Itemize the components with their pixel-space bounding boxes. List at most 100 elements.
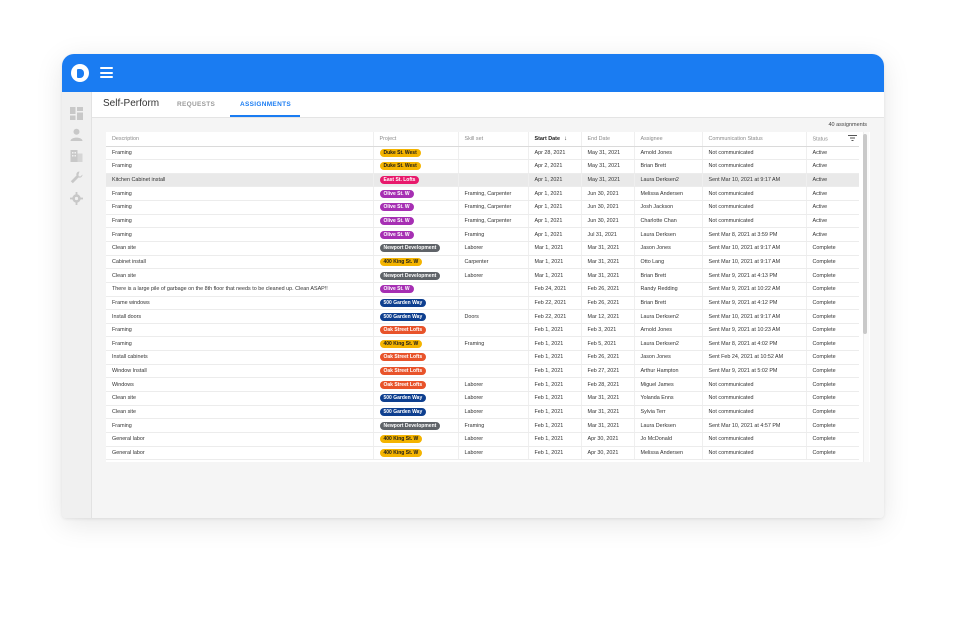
project-chip[interactable]: 400 King St. W	[379, 257, 423, 266]
cell-communication-status: Not communicated	[701, 405, 806, 420]
project-chip[interactable]: Oak Street Lofts	[379, 380, 427, 389]
column-header-project[interactable]: Project	[372, 132, 458, 147]
column-header-description[interactable]: Description	[106, 132, 373, 147]
project-chip[interactable]: Duke St. West	[379, 162, 421, 171]
cell-description: Windows	[106, 377, 373, 393]
project-chip[interactable]: Olive St. W	[379, 217, 414, 226]
cell-project: Newport Development	[372, 268, 458, 283]
cell-project: Oak Street Lofts	[372, 377, 458, 393]
cell-assignee: Melissa Andersen	[633, 446, 702, 461]
table-row[interactable]: Clean site 500 Garden Way Laborer Feb 1, 20…	[106, 391, 859, 406]
project-chip[interactable]: 500 Garden Way	[379, 407, 427, 416]
table-row[interactable]: There is a large pile of garbage on the …	[106, 282, 859, 297]
dashboard-icon[interactable]	[70, 107, 83, 120]
sort-arrow-down-icon[interactable]: ↓	[564, 136, 567, 142]
table-row[interactable]: Framing Olive St. W Framing Apr 1, 2021 Jul …	[106, 227, 859, 242]
cell-assignee: Laura Derksen	[633, 227, 702, 242]
building-icon[interactable]	[70, 149, 83, 162]
table-row[interactable]: Clean site Newport Development Laborer Mar …	[106, 241, 859, 256]
project-chip[interactable]: Olive St. W	[379, 203, 414, 212]
project-chip[interactable]: Newport Development	[379, 271, 441, 280]
logo-icon[interactable]	[71, 64, 89, 82]
scrollbar-track[interactable]	[863, 132, 869, 462]
tab-requests[interactable]: REQUESTS	[177, 101, 215, 108]
project-chip[interactable]: 400 King St. W	[379, 448, 423, 457]
column-header-start-date[interactable]: Start Date ↓	[527, 132, 581, 147]
table-row[interactable]: General labor 400 King St. W Laborer Feb 1,…	[106, 446, 859, 461]
scrollbar-thumb[interactable]	[863, 134, 867, 334]
table-row[interactable]: Framing Oak Street Lofts Feb 1, 2021 Feb 3,…	[106, 323, 859, 338]
table-row[interactable]: Framing Duke St. West Apr 2, 2021 May 31, 2…	[106, 159, 859, 174]
cell-status: Complete	[805, 282, 859, 297]
cell-communication-status: Not communicated	[701, 446, 806, 461]
table-row[interactable]: General labor 400 King St. W Laborer Feb 1,…	[106, 432, 859, 447]
table-row[interactable]: Cabinet install 400 King St. W Carpenter Ma…	[106, 255, 859, 270]
column-header-communication-status[interactable]: Communication Status	[701, 132, 806, 147]
cell-description: Framing	[106, 214, 373, 229]
table-row[interactable]: Framing Olive St. W Framing, Carpenter Apr …	[106, 200, 859, 215]
column-header-skill-set[interactable]: Skill set	[457, 132, 528, 147]
column-header-assignee[interactable]: Assignee	[633, 132, 702, 147]
cell-end-date: Jul 31, 2021	[580, 227, 634, 242]
menu-icon[interactable]	[100, 67, 113, 78]
tab-assignments[interactable]: ASSIGNMENTS	[240, 101, 291, 108]
project-chip[interactable]: 500 Garden Way	[379, 312, 427, 321]
cell-start-date: Apr 1, 2021	[527, 186, 581, 202]
filter-icon[interactable]	[847, 134, 857, 143]
cell-status: Active	[805, 214, 859, 229]
cell-communication-status: Not communicated	[701, 159, 806, 174]
project-chip[interactable]: 500 Garden Way	[379, 298, 427, 307]
cell-start-date: Feb 1, 2021	[527, 364, 581, 379]
cell-status: Complete	[805, 350, 859, 365]
project-chip[interactable]: Newport Development	[379, 421, 441, 430]
table-row[interactable]: Clean site 500 Garden Way Laborer Feb 1, 20…	[106, 405, 859, 420]
cell-status: Complete	[805, 309, 859, 324]
wrench-icon[interactable]	[70, 171, 83, 184]
table-row[interactable]: Clean site Newport Development Laborer Mar …	[106, 268, 859, 283]
table-row[interactable]: Framing Newport Development Framing Feb 1, …	[106, 418, 859, 433]
column-header-end-date[interactable]: End Date	[580, 132, 634, 147]
cell-description: Clean site	[106, 268, 373, 283]
cell-description: Cabinet install	[106, 255, 373, 270]
project-chip[interactable]: Olive St. W	[379, 189, 414, 198]
gear-icon[interactable]	[70, 192, 83, 205]
cell-status: Active	[805, 159, 859, 174]
cell-project: 400 King St. W	[372, 336, 458, 352]
cell-assignee: Josh Jackson	[633, 200, 702, 215]
table-row[interactable]: Framing Olive St. W Framing, Carpenter Apr …	[106, 214, 859, 229]
project-chip[interactable]: Oak Street Lofts	[379, 326, 427, 335]
cell-assignee: Jo McDonald	[633, 432, 702, 447]
cell-project: Oak Street Lofts	[372, 350, 458, 365]
table-row[interactable]: Kitchen Cabinet install East St. Lofts Apr…	[106, 173, 859, 188]
project-chip[interactable]: 400 King St. W	[379, 435, 423, 444]
table-row[interactable]: Framing 400 King St. W Framing Feb 1, 2021 F…	[106, 336, 859, 352]
cell-assignee: Melissa Andersen	[633, 186, 702, 202]
project-chip[interactable]: Duke St. West	[379, 148, 421, 157]
cell-start-date: Feb 22, 2021	[527, 309, 581, 324]
project-chip[interactable]: Olive St. W	[379, 285, 414, 294]
project-chip[interactable]: 500 Garden Way	[379, 394, 427, 403]
cell-skill-set: Framing	[457, 227, 528, 242]
cell-end-date: Mar 31, 2021	[580, 268, 634, 283]
project-chip[interactable]: 400 King St. W	[379, 339, 423, 348]
cell-communication-status: Sent Mar 9, 2021 at 5:02 PM	[701, 364, 806, 379]
table-row[interactable]: Framing Olive St. W Framing, Carpenter Apr …	[106, 186, 859, 202]
table-row[interactable]: Frame windows 500 Garden Way Feb 22, 2021 F…	[106, 296, 859, 311]
table-row[interactable]: Window Install Oak Street Lofts Feb 1, 202…	[106, 364, 859, 379]
cell-description: Clean site	[106, 405, 373, 420]
table-row[interactable]: Framing Duke St. West Apr 28, 2021 May 31, …	[106, 146, 859, 161]
project-chip[interactable]: Oak Street Lofts	[379, 353, 427, 362]
table-row[interactable]: Install doors 500 Garden Way Doors Feb 22, …	[106, 309, 859, 324]
cell-status: Complete	[805, 255, 859, 270]
project-chip[interactable]: Oak Street Lofts	[379, 367, 427, 376]
cell-start-date: Feb 1, 2021	[527, 432, 581, 447]
project-chip[interactable]: East St. Lofts	[379, 176, 420, 185]
project-chip[interactable]: Newport Development	[379, 244, 441, 253]
cell-description: Framing	[106, 418, 373, 433]
person-icon[interactable]	[70, 128, 83, 141]
column-header-status[interactable]: Status	[805, 132, 859, 147]
table-row[interactable]: Windows Oak Street Lofts Laborer Feb 1, 202…	[106, 377, 859, 393]
cell-skill-set: Laborer	[457, 268, 528, 283]
table-row[interactable]: Install cabinets Oak Street Lofts Feb 1, 2…	[106, 350, 859, 365]
project-chip[interactable]: Olive St. W	[379, 230, 414, 239]
